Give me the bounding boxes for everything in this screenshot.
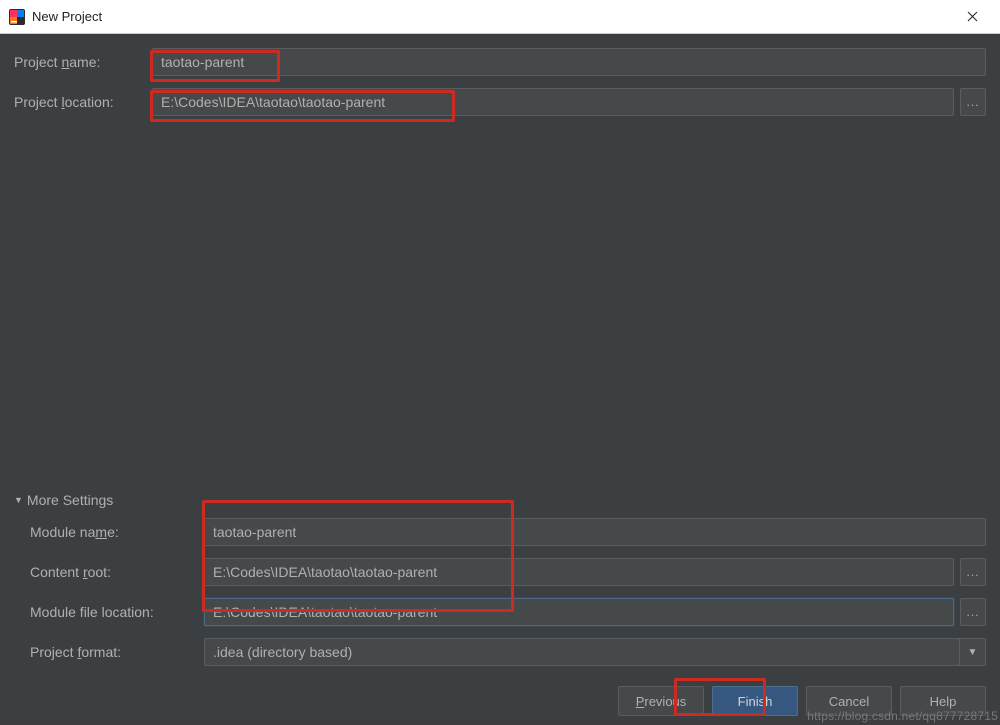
titlebar: New Project bbox=[0, 0, 1000, 34]
content-root-label: Content root: bbox=[14, 564, 204, 580]
module-name-label: Module name: bbox=[14, 524, 204, 540]
project-format-value: .idea (directory based) bbox=[213, 644, 352, 660]
browse-project-location-button[interactable]: ... bbox=[960, 88, 986, 116]
project-format-label: Project format: bbox=[14, 644, 204, 660]
dialog-content: Project name: Project location: ... ▼ Mo… bbox=[0, 34, 1000, 678]
more-settings-toggle[interactable]: ▼ More Settings bbox=[14, 492, 986, 508]
module-name-input[interactable] bbox=[204, 518, 986, 546]
browse-content-root-button[interactable]: ... bbox=[960, 558, 986, 586]
module-file-location-input[interactable] bbox=[204, 598, 954, 626]
window-title: New Project bbox=[32, 9, 952, 24]
project-format-select[interactable]: .idea (directory based) ▼ bbox=[204, 638, 986, 666]
project-location-input[interactable] bbox=[152, 88, 954, 116]
intellij-icon bbox=[8, 8, 26, 26]
close-button[interactable] bbox=[952, 0, 992, 33]
finish-button[interactable]: Finish bbox=[712, 686, 798, 716]
module-file-location-label: Module file location: bbox=[14, 604, 204, 620]
watermark-text: https://blog.csdn.net/qq877728715 bbox=[807, 709, 998, 723]
chevron-down-icon: ▼ bbox=[14, 495, 23, 505]
project-name-input[interactable] bbox=[152, 48, 986, 76]
content-root-input[interactable] bbox=[204, 558, 954, 586]
chevron-down-icon: ▼ bbox=[959, 639, 985, 665]
more-settings-label: More Settings bbox=[27, 492, 113, 508]
previous-button[interactable]: Previous bbox=[618, 686, 704, 716]
project-name-label: Project name: bbox=[14, 54, 152, 70]
project-location-label: Project location: bbox=[14, 94, 152, 110]
browse-module-file-location-button[interactable]: ... bbox=[960, 598, 986, 626]
